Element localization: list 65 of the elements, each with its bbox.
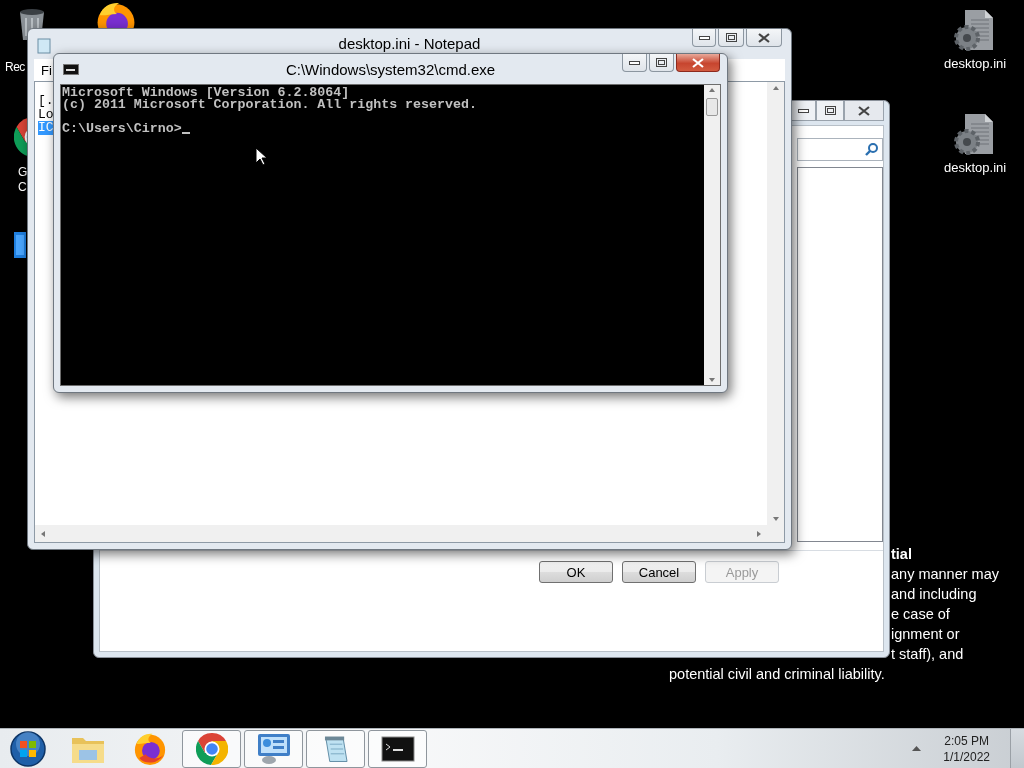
arrow-icon — [709, 88, 715, 92]
minimize-icon — [797, 108, 809, 113]
icon-label: desktop.ini — [944, 56, 1007, 71]
maximize-icon — [656, 58, 667, 67]
taskbar-button[interactable] — [368, 729, 427, 768]
console-icon — [380, 735, 415, 762]
notepad-icon — [323, 734, 348, 763]
icon-label: desktop.ini — [944, 160, 1007, 175]
show-hidden-icons-icon[interactable] — [912, 746, 922, 751]
dialog-button[interactable]: OK — [539, 561, 613, 583]
start-button[interactable] — [9, 729, 47, 768]
close-icon — [692, 57, 704, 68]
firefox-icon — [133, 732, 166, 765]
console-prompt: C:\Users\Cirno> — [62, 123, 182, 135]
text-line: [. — [38, 94, 54, 108]
arrow-icon — [772, 517, 779, 521]
notice-text: tial — [891, 545, 912, 564]
console-icon — [63, 64, 79, 75]
close-button[interactable] — [844, 101, 884, 121]
minimize-icon — [629, 60, 640, 65]
icon-label: C — [18, 180, 27, 195]
maximize-button[interactable] — [649, 54, 674, 72]
minimize-button[interactable] — [622, 54, 647, 72]
maximize-icon — [824, 106, 836, 115]
scroll-thumb[interactable] — [706, 98, 718, 116]
text-cursor — [181, 132, 190, 134]
chrome-icon — [195, 732, 228, 765]
notice-text: potential civil and criminal liability. — [669, 665, 885, 684]
window-title: desktop.ini - Notepad — [337, 35, 482, 52]
control-panel-icon — [256, 732, 291, 765]
close-button[interactable] — [746, 29, 782, 47]
cursor-icon — [255, 147, 267, 166]
notice-text: any manner may — [891, 565, 999, 584]
text-line: Lo — [38, 107, 54, 121]
arrow-icon — [757, 530, 761, 537]
minimize-button[interactable] — [692, 29, 716, 47]
arrow-icon — [41, 530, 45, 537]
minimize-icon — [698, 35, 710, 40]
search-icon — [865, 143, 878, 156]
maximize-button[interactable] — [816, 101, 844, 121]
notice-text: and including — [891, 585, 977, 604]
clock-date: 1/1/2022 — [943, 748, 990, 765]
arrow-icon — [709, 378, 715, 382]
menu-item[interactable]: Fi — [39, 62, 54, 78]
dialog-button[interactable]: Cancel — [622, 561, 696, 583]
maximize-icon — [725, 33, 737, 42]
notice-text: ignment or — [891, 625, 960, 644]
close-icon — [858, 105, 870, 116]
console-text: Microsoft Windows [Version 6.2.8064] — [62, 87, 350, 99]
icon-label: G — [18, 165, 27, 180]
clock[interactable]: 2:05 PM 1/1/2022 — [943, 732, 990, 765]
icon-label: Rec — [5, 60, 25, 75]
window-icon — [14, 232, 26, 258]
close-icon — [758, 32, 770, 43]
notice-text: t staff), and — [891, 645, 964, 664]
close-button[interactable] — [676, 54, 720, 72]
window-title: C:\Windows\system32\cmd.exe — [284, 61, 497, 78]
console-text: (c) 2011 Microsoft Corporation. All rights reserved. — [62, 99, 477, 111]
minimize-button[interactable] — [790, 101, 816, 121]
clock-time: 2:05 PM — [944, 732, 989, 749]
search-field[interactable] — [797, 138, 883, 161]
arrow-icon — [772, 86, 779, 90]
maximize-button[interactable] — [718, 29, 744, 47]
notepad-icon — [37, 38, 51, 54]
notice-text: e case of — [891, 605, 950, 624]
